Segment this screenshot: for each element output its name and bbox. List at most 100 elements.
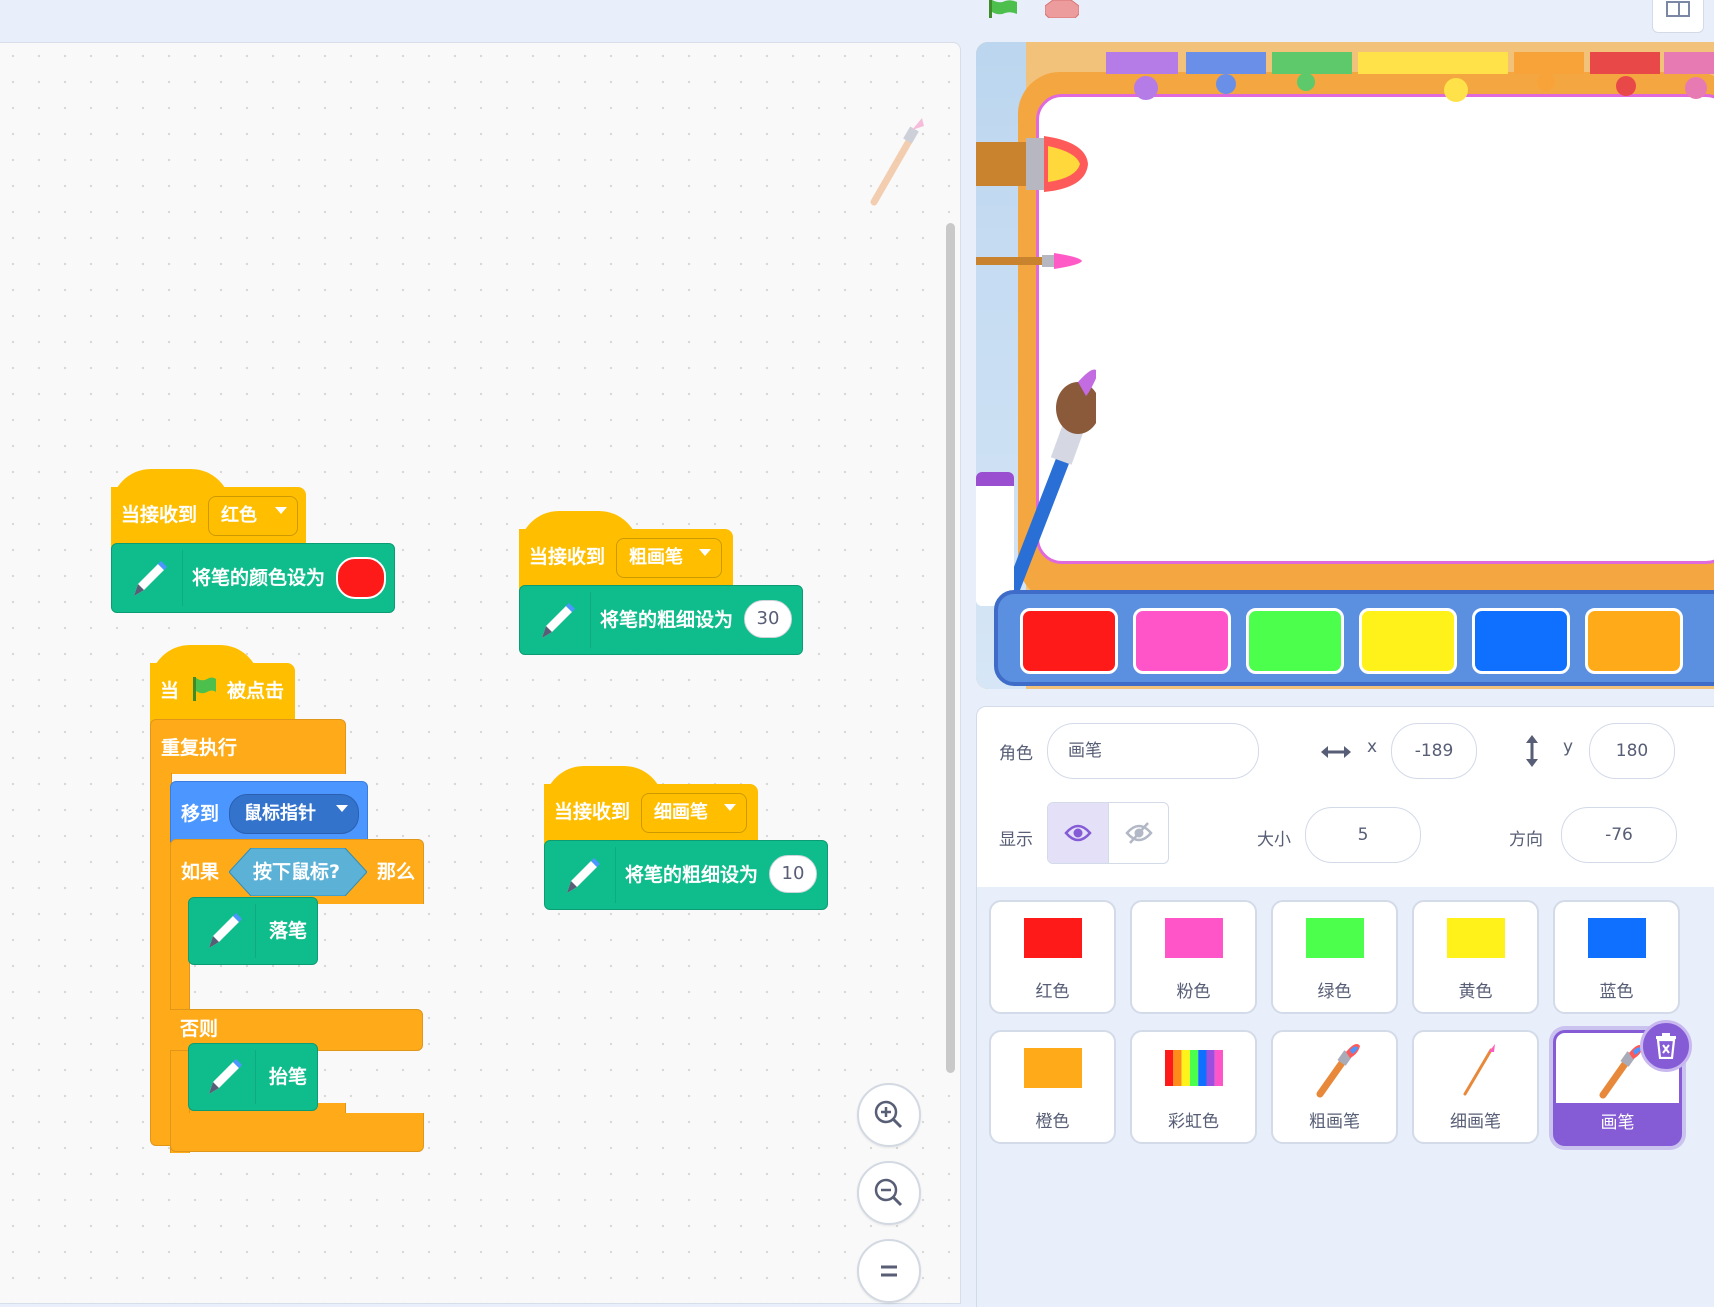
x-value: -189: [1414, 741, 1454, 761]
message-dropdown[interactable]: 粗画笔: [616, 538, 722, 578]
sprite-tile[interactable]: 细画笔: [1412, 1030, 1539, 1144]
direction-value: -76: [1605, 825, 1633, 845]
message-name: 红色: [221, 505, 257, 526]
when-receive-red-hat[interactable]: 当接收到 红色: [111, 469, 306, 549]
stage-color-swatch[interactable]: [1359, 608, 1457, 674]
vertical-arrows-icon: [1526, 735, 1538, 767]
set-pen-color-label: 将笔的颜色设为: [192, 567, 326, 589]
sprite-tile[interactable]: 粗画笔: [1271, 1030, 1398, 1144]
thin-brush-icon: [1463, 1044, 1495, 1096]
sprite-name-input[interactable]: 画笔: [1047, 723, 1259, 779]
sprite-tile-name: 黄色: [1458, 982, 1493, 1002]
sprite-tile-name: 细画笔: [1450, 1112, 1501, 1132]
stage-color-swatch[interactable]: [1585, 608, 1683, 674]
sprite-tile-name: 粉色: [1176, 982, 1211, 1002]
stage-color-swatch[interactable]: [1246, 608, 1344, 674]
sprite-tile[interactable]: 橙色: [989, 1030, 1116, 1144]
set-pen-size-thick-block[interactable]: 将笔的粗细设为 30: [519, 585, 803, 655]
message-name: 粗画笔: [629, 547, 683, 568]
stage-color-swatch[interactable]: [1020, 608, 1118, 674]
color-swatch: [1024, 1048, 1082, 1088]
then-label: 那么: [377, 861, 416, 883]
when-receive-thin-hat[interactable]: 当接收到 细画笔: [544, 766, 758, 846]
color-swatch: [1447, 918, 1505, 958]
stop-icon[interactable]: [1045, 0, 1079, 18]
y-input[interactable]: 180: [1589, 723, 1675, 779]
sprite-tile-name: 橙色: [1035, 1112, 1070, 1132]
when-label: 当: [160, 680, 180, 702]
horizontal-arrows-icon: [1321, 746, 1351, 758]
show-button[interactable]: [1048, 803, 1108, 863]
size-value: 5: [1357, 825, 1369, 845]
color-swatch: [1306, 918, 1364, 958]
pen-icon: [209, 913, 242, 948]
chevron-down-icon: [336, 805, 348, 812]
hide-button[interactable]: [1108, 803, 1168, 863]
hat-label: 当接收到: [529, 546, 606, 568]
sprite-tile-name: 红色: [1035, 982, 1070, 1002]
sprite-tile-name: 画笔: [1600, 1113, 1635, 1133]
pen-down-block[interactable]: 落笔: [188, 897, 318, 965]
eye-slash-icon: [1125, 822, 1153, 844]
message-dropdown[interactable]: 细画笔: [641, 793, 747, 833]
clicked-label: 被点击: [227, 680, 285, 702]
go-to-block[interactable]: 移到 鼠标指针: [170, 781, 368, 847]
stage-color-swatch[interactable]: [1133, 608, 1231, 674]
color-swatch: [1024, 918, 1082, 958]
sprite-tile-name: 粗画笔: [1309, 1112, 1360, 1132]
canvas-area[interactable]: [1036, 94, 1714, 564]
pen-divider: [255, 904, 256, 958]
set-pen-size-thin-block[interactable]: 将笔的粗细设为 10: [544, 840, 828, 910]
top-bar: [0, 0, 1714, 42]
size-input[interactable]: 5: [1305, 807, 1421, 863]
direction-input[interactable]: -76: [1561, 807, 1677, 863]
pen-color-swatch[interactable]: [336, 557, 386, 599]
sprite-label: 角色: [999, 744, 1033, 764]
green-flag-icon: [193, 677, 216, 701]
pen-divider: [255, 1050, 256, 1104]
stage-color-swatch[interactable]: [1472, 608, 1570, 674]
code-scrollbar[interactable]: [946, 223, 955, 1073]
delete-sprite-button[interactable]: [1640, 1020, 1692, 1072]
zoom-reset-button[interactable]: [857, 1239, 921, 1303]
sprite-tile[interactable]: 绿色: [1271, 900, 1398, 1014]
paint-bottle-decoration: [976, 472, 1014, 606]
chevron-down-icon: [699, 549, 711, 556]
brush-icon: [1316, 1044, 1360, 1098]
zoom-in-button[interactable]: [857, 1083, 921, 1147]
pen-divider: [590, 592, 591, 648]
pen-up-block[interactable]: 抬笔: [188, 1043, 318, 1111]
stage-layout-button[interactable]: [1652, 0, 1704, 33]
pen-size-input[interactable]: 10: [769, 855, 817, 893]
message-dropdown[interactable]: 红色: [208, 496, 298, 536]
sprite-tile[interactable]: 蓝色: [1553, 900, 1680, 1014]
color-swatch: [1165, 918, 1223, 958]
sprite-tile[interactable]: 黄色: [1412, 900, 1539, 1014]
forever-label: 重复执行: [161, 737, 238, 759]
color-palette-bar: [994, 590, 1714, 686]
show-label: 显示: [999, 830, 1033, 850]
hat-label: 当接收到: [121, 504, 198, 526]
pen-icon: [209, 1059, 242, 1094]
sprite-tile[interactable]: 彩虹色: [1130, 1030, 1257, 1144]
x-input[interactable]: -189: [1391, 723, 1477, 779]
visibility-toggle: [1047, 802, 1169, 864]
sprite-tile[interactable]: 红色: [989, 900, 1116, 1014]
pen-size-input[interactable]: 30: [744, 600, 792, 638]
set-pen-color-block[interactable]: 将笔的颜色设为: [111, 543, 395, 613]
pen-divider: [615, 847, 616, 903]
green-flag-icon[interactable]: [985, 0, 1021, 18]
sprite-tile[interactable]: 粉色: [1130, 900, 1257, 1014]
when-receive-thick-hat[interactable]: 当接收到 粗画笔: [519, 511, 733, 591]
if-else-block[interactable]: 如果 按下鼠标? 那么: [170, 839, 424, 904]
goto-target-dropdown[interactable]: 鼠标指针: [229, 794, 359, 834]
when-flag-clicked-hat[interactable]: 当 被点击: [150, 645, 295, 725]
sprite-tile-name: 绿色: [1317, 982, 1352, 1002]
stage[interactable]: [976, 42, 1714, 689]
y-value: 180: [1615, 741, 1649, 761]
goto-label: 移到: [181, 803, 220, 825]
code-area[interactable]: 当接收到 红色 将笔的颜色设为 当接收到 粗画笔 将笔的粗细设为 30 当接收到…: [0, 42, 961, 1304]
sprite-tile-name: 蓝色: [1599, 982, 1634, 1002]
forever-block[interactable]: 重复执行: [150, 719, 346, 774]
zoom-out-button[interactable]: [857, 1161, 921, 1225]
